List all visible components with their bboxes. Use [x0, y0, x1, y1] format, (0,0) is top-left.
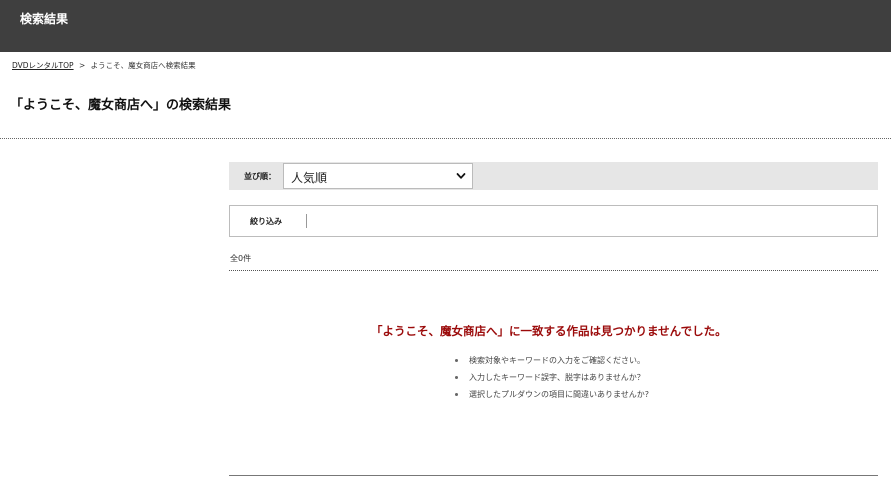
result-count: 全0件 — [230, 254, 252, 263]
sort-label: 並び順： — [244, 172, 276, 181]
list-item: 選択したプルダウンの項目に間違いありませんか? — [455, 389, 649, 406]
header-title: 検索結果 — [20, 12, 69, 26]
bullet-icon — [455, 393, 458, 396]
filter-divider — [306, 214, 307, 228]
tip-text: 入力したキーワード誤字、脱字はありませんか？ — [469, 373, 645, 382]
list-item: 入力したキーワード誤字、脱字はありませんか？ — [455, 372, 649, 389]
filter-box: 絞り込み — [229, 205, 878, 237]
filter-button[interactable]: 絞り込み — [250, 216, 282, 227]
title-divider — [0, 138, 891, 139]
search-tips-list: 検索対象やキーワードの入力をご確認ください。 入力したキーワード誤字、脱字はあり… — [455, 355, 649, 406]
bullet-icon — [455, 376, 458, 379]
tip-text: 選択したプルダウンの項目に間違いありませんか? — [469, 390, 650, 399]
results-divider — [229, 270, 878, 271]
breadcrumb-separator: > — [78, 61, 86, 70]
breadcrumb-current: ようこそ、魔女商店へ検索結果 — [90, 61, 196, 70]
sort-select-value: 人気順 — [291, 171, 328, 185]
no-result-message: 「ようこそ、魔女商店へ」に一致する作品は見つかりませんでした。 — [371, 324, 727, 338]
page-title: 「ようこそ、魔女商店へ」の検索結果 — [10, 98, 232, 113]
breadcrumb-home-link[interactable]: DVDレンタルTOP — [12, 61, 74, 70]
sort-order-select[interactable]: 人気順 — [283, 163, 473, 189]
sort-bar: 並び順： 人気順 — [229, 162, 878, 190]
bottom-divider — [229, 475, 878, 476]
list-item: 検索対象やキーワードの入力をご確認ください。 — [455, 355, 649, 372]
breadcrumb: DVDレンタルTOP > ようこそ、魔女商店へ検索結果 — [12, 60, 196, 71]
chevron-down-icon — [456, 173, 466, 179]
top-header-bar: 検索結果 — [0, 0, 891, 52]
tip-text: 検索対象やキーワードの入力をご確認ください。 — [469, 356, 645, 365]
bullet-icon — [455, 359, 458, 362]
